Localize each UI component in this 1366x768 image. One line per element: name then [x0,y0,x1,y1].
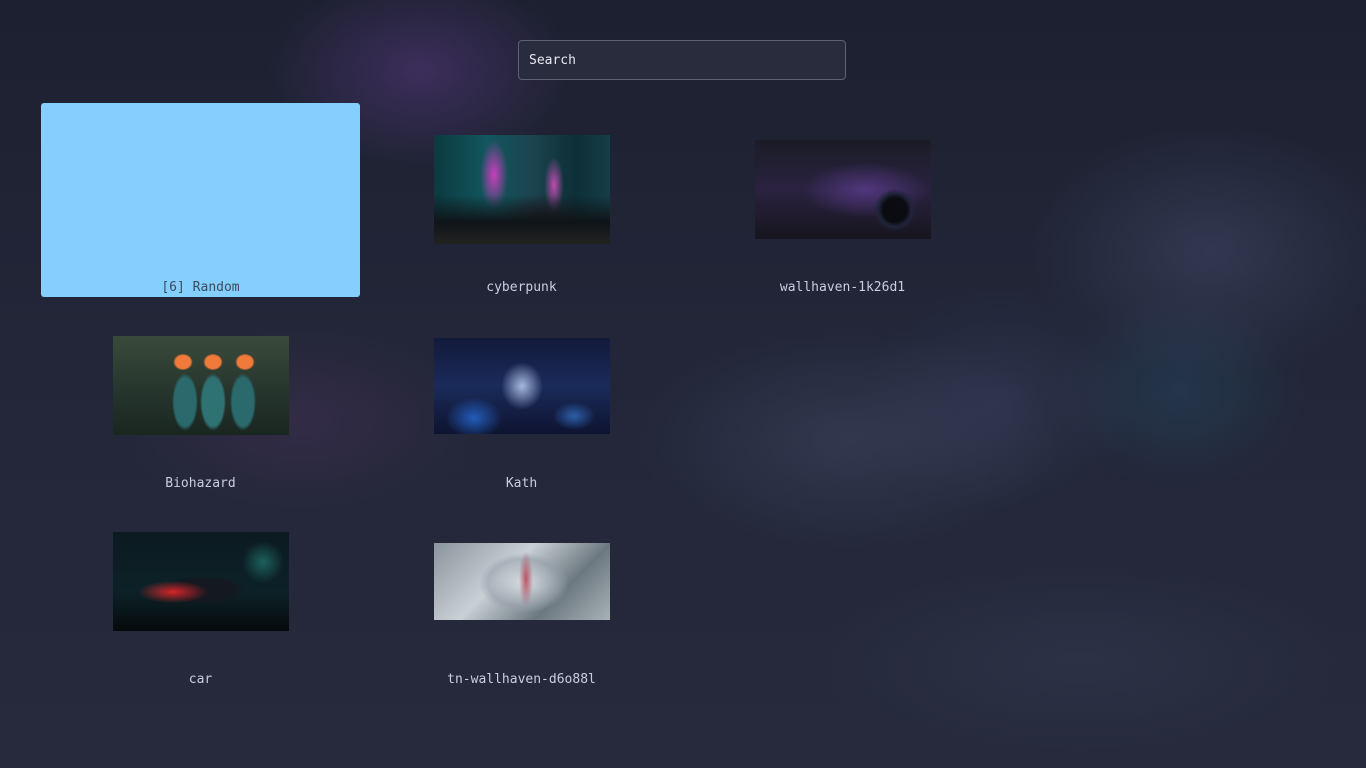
wallpaper-item-biohazard[interactable]: Biohazard [41,299,360,493]
wallpaper-item-tn-wallhaven-d6o88l[interactable]: tn-wallhaven-d6o88l [362,495,681,689]
wallpaper-label: Biohazard [165,476,236,491]
wallpaper-label: Kath [505,476,538,491]
wallpaper-thumbnail [434,338,610,434]
wallpaper-label: wallhaven-1k26d1 [779,280,906,295]
wallpaper-label: car [188,672,213,687]
wallpaper-item-cyberpunk[interactable]: cyberpunk [362,103,681,297]
wallpaper-thumbnail [434,543,610,620]
wallpaper-item-kath[interactable]: Kath [362,299,681,493]
wallpaper-label: tn-wallhaven-d6o88l [447,672,596,687]
wallpaper-item-car[interactable]: car [41,495,360,689]
wallpaper-thumbnail [755,140,931,239]
search-input[interactable] [518,40,846,80]
wallpaper-thumbnail [434,135,610,244]
wallpaper-thumbnail [113,336,289,435]
wallpaper-thumbnail [113,532,289,631]
wallpaper-label: [6] Random [161,280,240,295]
wallpaper-item-random[interactable]: [6] Random [41,103,360,297]
wallpaper-label: cyberpunk [486,280,557,295]
wallpaper-item-wallhaven-1k26d1[interactable]: wallhaven-1k26d1 [683,103,1002,297]
